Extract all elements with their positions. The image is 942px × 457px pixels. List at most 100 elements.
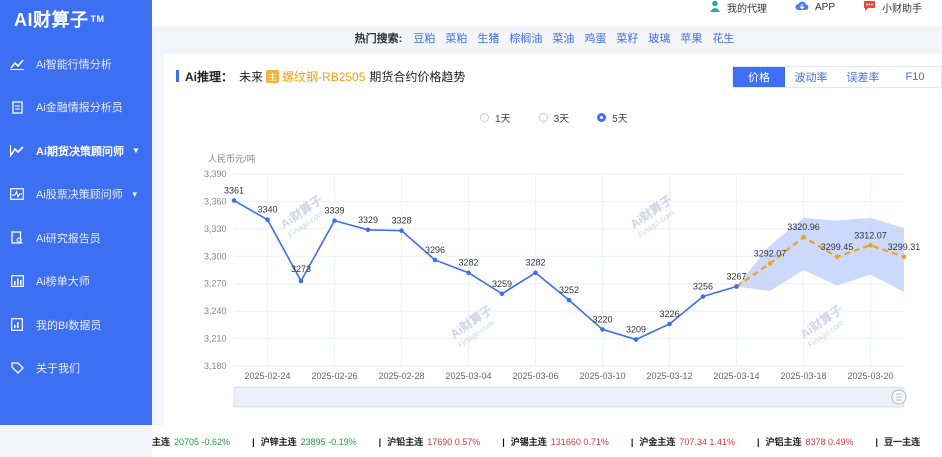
ticker-value: 17690 0.57% <box>427 436 481 447</box>
x-tick-label: 2025-03-12 <box>646 371 692 381</box>
tab-volatility[interactable]: 波动率 <box>785 67 837 87</box>
radio-1-day[interactable]: 1天 <box>480 110 511 125</box>
pulse-icon <box>8 187 26 201</box>
data-label: 3282 <box>525 258 545 268</box>
ticker-item[interactable]: | 沪铅主连 17690 0.57% <box>379 435 481 448</box>
sidebar-item-research[interactable]: Ai研究报告员 <box>0 216 152 260</box>
x-tick-label: 2025-02-24 <box>244 371 290 381</box>
actual-point <box>734 284 739 289</box>
data-label: 3220 <box>592 314 612 324</box>
data-label: 3259 <box>492 279 512 289</box>
ticker-item[interactable]: | 沪锌主连 23895 -0.19% <box>252 435 357 448</box>
hot-search-item[interactable]: 花生 <box>712 30 734 46</box>
sidebar-item-stocks[interactable]: Ai股票决策顾问师 ▼ <box>0 173 152 217</box>
top-link-agent[interactable]: 我的代理 <box>709 0 767 15</box>
sidebar-item-futures[interactable]: Ai期货决策顾问师 ▼ <box>0 129 152 173</box>
data-label: 3299.45 <box>821 242 854 252</box>
forecast-point <box>801 234 806 240</box>
data-label: 3273 <box>291 264 311 274</box>
radio-dot <box>538 113 548 122</box>
hot-search-item[interactable]: 菜籽 <box>616 30 638 46</box>
forecast-point <box>868 242 873 248</box>
data-label: 3361 <box>224 186 244 196</box>
data-label: 3267 <box>726 271 746 281</box>
y-tick-label: 3,210 <box>204 334 227 344</box>
ticker-value: 8378 0.49% <box>805 436 854 447</box>
sidebar-item-intel[interactable]: Ai金融情报分析员 <box>0 86 152 130</box>
caret-down-icon: ▼ <box>130 189 139 199</box>
ticker-item[interactable]: | 沪金主连 707.34 1.41% <box>631 435 735 448</box>
top-link-app[interactable]: APP <box>795 0 835 14</box>
data-label: 3339 <box>324 206 344 216</box>
actual-point <box>566 297 572 303</box>
main-contract-badge: 主 <box>266 69 280 83</box>
actual-point <box>633 337 639 342</box>
hot-search-item[interactable]: 苹果 <box>680 30 702 46</box>
actual-point <box>265 217 270 223</box>
document-icon <box>8 100 26 114</box>
ticker-item[interactable]: | 沪锡主连 131660 0.71% <box>502 435 609 448</box>
x-tick-label: 2025-03-10 <box>579 371 625 381</box>
x-tick-label: 2025-03-14 <box>713 371 759 381</box>
tag-icon <box>8 361 26 375</box>
x-tick-label: 2025-02-28 <box>378 371 424 381</box>
ticker-value: 23895 -0.19% <box>300 436 357 447</box>
radio-dot-selected <box>597 113 607 122</box>
tab-f10[interactable]: F10 <box>889 67 941 87</box>
radio-5-day[interactable]: 5天 <box>597 110 628 125</box>
ticker-item[interactable]: 主连 20705 -0.62% <box>152 435 230 448</box>
actual-point <box>399 228 404 233</box>
ticker-bar: 主连 20705 -0.62% | 沪锌主连 23895 -0.19% | 沪铅主连 1769… <box>152 425 942 457</box>
title-accent-bar <box>176 70 179 82</box>
hot-search-item[interactable]: 鸡蛋 <box>584 30 606 46</box>
y-tick-label: 3,390 <box>204 169 227 179</box>
sidebar-item-label: Ai榜单大师 <box>36 276 90 289</box>
ticker-name: 沪铅主连 <box>387 436 424 447</box>
radio-label: 3天 <box>553 114 570 125</box>
watermark: Ai财算子Finago.com <box>277 192 326 240</box>
sidebar-item-label: Ai研究报告员 <box>36 232 101 245</box>
sidebar-nav: Ai智能行情分析 Ai金融情报分析员 Ai期货决策顾问师 ▼ Ai股票决策顾问师… <box>0 42 152 390</box>
watermark: Ai财算子Finago.com <box>797 302 846 350</box>
actual-point <box>231 198 237 203</box>
data-label: 3209 <box>626 324 646 334</box>
y-tick-label: 3,240 <box>204 306 227 316</box>
ticker-item[interactable]: | 沪铝主连 8378 0.49% <box>757 435 854 448</box>
radio-3-day[interactable]: 3天 <box>538 110 570 125</box>
sidebar-item-label: Ai股票决策顾问师 <box>36 189 123 202</box>
x-tick-label: 2025-02-26 <box>311 371 357 381</box>
sidebar: AI财算子 TM Ai智能行情分析 Ai金融情报分析员 Ai期货决策顾问师 ▼ A… <box>0 0 152 425</box>
hot-search-item[interactable]: 豆粕 <box>413 30 435 46</box>
contract-name[interactable]: 螺纹钢-RB2505 <box>282 68 365 85</box>
line-chart-icon <box>8 144 26 158</box>
ticker-item[interactable]: | 豆一主连 <box>876 435 925 448</box>
forecast-point <box>767 261 773 266</box>
top-link-label: 小财助手 <box>882 3 922 15</box>
hot-search-item[interactable]: 菜油 <box>552 30 574 46</box>
hot-search-item[interactable]: 生猪 <box>477 30 499 46</box>
sidebar-item-bi[interactable]: 我的BI数据员 <box>0 303 152 347</box>
hot-search-item[interactable]: 菜粕 <box>445 30 467 46</box>
hot-search-item[interactable]: 玻璃 <box>648 30 670 46</box>
ticker-separator: | <box>502 436 505 447</box>
top-link-assistant[interactable]: 小财助手 <box>863 0 922 15</box>
actual-point <box>700 294 706 299</box>
app-logo[interactable]: AI财算子 TM <box>14 6 105 32</box>
actual-point <box>432 257 438 263</box>
sidebar-item-ranking[interactable]: Ai榜单大师 <box>0 260 152 304</box>
x-tick-label: 2025-03-20 <box>847 371 893 381</box>
ticker-value: 707.34 1.41% <box>679 436 735 447</box>
tab-price[interactable]: 价格 <box>733 67 785 87</box>
data-label: 3256 <box>693 282 713 292</box>
chat-icon <box>863 0 876 15</box>
sidebar-item-about[interactable]: 关于我们 <box>0 347 152 391</box>
sidebar-item-market-analysis[interactable]: Ai智能行情分析 <box>0 42 152 86</box>
actual-point <box>667 321 672 327</box>
hot-search-item[interactable]: 棕榈油 <box>509 30 542 46</box>
cloud-download-icon <box>795 0 809 14</box>
y-tick-label: 3,330 <box>204 224 227 234</box>
data-label: 3299.31 <box>888 242 921 252</box>
ticker-name: 沪铝主连 <box>765 436 802 447</box>
trend-icon <box>8 57 26 71</box>
tab-error-rate[interactable]: 误差率 <box>837 67 889 87</box>
